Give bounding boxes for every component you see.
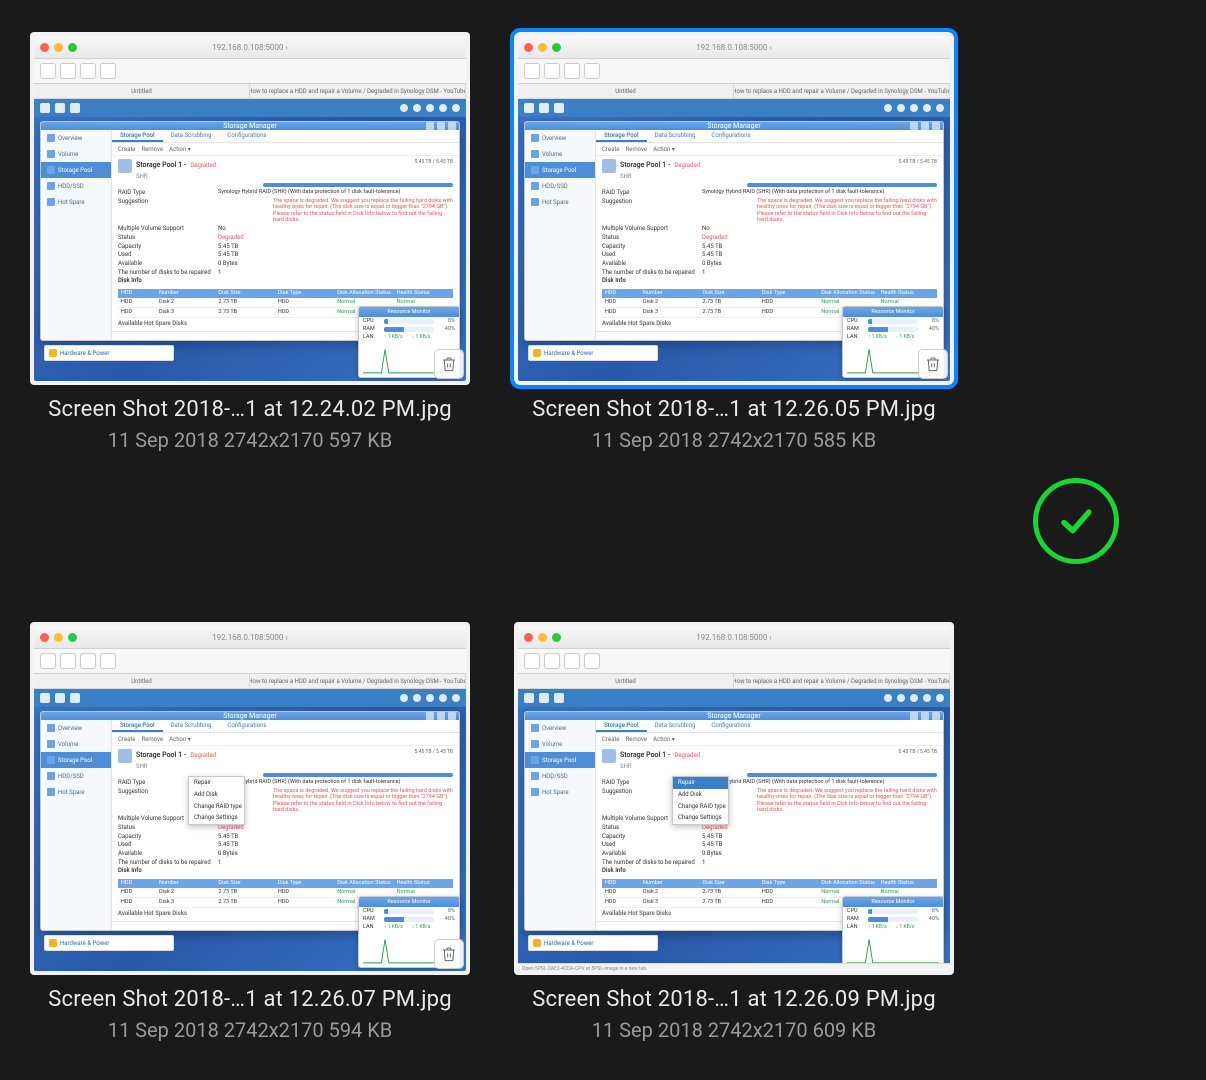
window-title: 192.168.0.108:5000 ‹ xyxy=(518,43,950,52)
trash-icon[interactable] xyxy=(434,939,464,969)
tab[interactable]: Storage Pool xyxy=(596,130,647,142)
file-name: Screen Shot 2018-…1 at 12.26.07 PM.jpg xyxy=(48,987,452,1012)
toolbar-create[interactable]: Create xyxy=(602,736,619,743)
sidebar-item-storagepool[interactable]: Storage Pool xyxy=(525,162,595,178)
sidebar-item-volume[interactable]: Volume xyxy=(525,736,595,752)
tab[interactable]: Configurations xyxy=(219,720,274,732)
window-title: 192.168.0.108:5000 ‹ xyxy=(34,43,466,52)
gallery-item[interactable]: 192.168.0.108:5000 ‹ UntitledHow to repla… xyxy=(20,32,480,522)
thumbnail[interactable]: 192.168.0.108:5000 ‹ UntitledHow to repla… xyxy=(30,622,470,975)
tab[interactable]: Configurations xyxy=(703,130,758,142)
browser-tab[interactable]: How to replace a HDD and repair a Volume… xyxy=(250,674,466,688)
browser-tab[interactable]: Untitled xyxy=(518,84,734,98)
gallery-item[interactable]: 192.168.0.108:5000 ‹ UntitledHow to repla… xyxy=(504,32,964,522)
browser-tab[interactable]: Untitled xyxy=(34,674,250,688)
window-title: 192.168.0.108:5000 ‹ xyxy=(518,633,950,642)
tab[interactable]: Storage Pool xyxy=(112,720,163,732)
sidebar-item-hddssd[interactable]: HDD/SSD xyxy=(41,768,111,784)
sidebar-item-storagepool[interactable]: Storage Pool xyxy=(525,752,595,768)
status-bar: Open 5PSL-2AE2-4CDA-CPV at 5PSL-image in… xyxy=(518,963,950,971)
browser-tab[interactable]: Untitled xyxy=(518,674,734,688)
menu-item[interactable]: Change Settings xyxy=(673,812,728,824)
toolbar-action[interactable]: Action xyxy=(653,736,675,743)
sidebar-item-hddssd[interactable]: HDD/SSD xyxy=(525,178,595,194)
toolbar-action[interactable]: Action xyxy=(169,146,191,153)
sidebar-item-overview[interactable]: Overview xyxy=(525,720,595,736)
hardware-power-banner[interactable]: Hardware & Power xyxy=(44,345,174,361)
tab[interactable]: Data Scrubbing xyxy=(647,720,704,732)
browser-tab[interactable]: How to replace a HDD and repair a Volume… xyxy=(734,674,950,688)
file-meta: 11 Sep 2018 2742x2170 597 KB xyxy=(108,428,393,452)
toolbar-remove[interactable]: Remove xyxy=(141,736,163,743)
hardware-power-banner[interactable]: Hardware & Power xyxy=(528,935,658,951)
menu-item[interactable]: Change Settings xyxy=(189,812,244,824)
file-meta: 11 Sep 2018 2742x2170 594 KB xyxy=(108,1018,393,1042)
sidebar-item-hddssd[interactable]: HDD/SSD xyxy=(525,768,595,784)
sidebar-item-storagepool[interactable]: Storage Pool xyxy=(41,752,111,768)
toolbar-remove[interactable]: Remove xyxy=(141,146,163,153)
menu-item[interactable]: Add Disk xyxy=(189,789,244,801)
file-name: Screen Shot 2018-…1 at 12.24.02 PM.jpg xyxy=(48,397,452,422)
file-meta: 11 Sep 2018 2742x2170 609 KB xyxy=(592,1018,877,1042)
tab[interactable]: Configurations xyxy=(219,130,274,142)
menu-item[interactable]: Repair xyxy=(189,777,244,789)
duplicate-check-badge xyxy=(1033,478,1119,564)
sidebar-item-overview[interactable]: Overview xyxy=(41,720,111,736)
tab[interactable]: Configurations xyxy=(703,720,758,732)
sidebar-item-storagepool[interactable]: Storage Pool xyxy=(41,162,111,178)
menu-item[interactable]: Add Disk xyxy=(673,789,728,801)
sidebar-item-overview[interactable]: Overview xyxy=(41,130,111,146)
trash-icon[interactable] xyxy=(434,349,464,379)
file-name: Screen Shot 2018-…1 at 12.26.09 PM.jpg xyxy=(532,987,936,1012)
hardware-power-banner[interactable]: Hardware & Power xyxy=(44,935,174,951)
toolbar-remove[interactable]: Remove xyxy=(625,146,647,153)
thumbnail[interactable]: 192.168.0.108:5000 ‹ UntitledHow to repla… xyxy=(30,32,470,385)
tab[interactable]: Storage Pool xyxy=(112,130,163,142)
menu-item[interactable]: Change RAID type xyxy=(189,801,244,813)
sidebar-item-volume[interactable]: Volume xyxy=(41,146,111,162)
toolbar-action[interactable]: Action xyxy=(653,146,675,153)
toolbar-create[interactable]: Create xyxy=(602,146,619,153)
trash-icon[interactable] xyxy=(918,349,948,379)
thumbnail[interactable]: 192.168.0.108:5000 ‹ UntitledHow to repla… xyxy=(514,622,954,975)
sidebar-item-hotspare[interactable]: Hot Spare xyxy=(41,194,111,210)
sidebar-item-hotspare[interactable]: Hot Spare xyxy=(525,194,595,210)
menu-item[interactable]: Repair xyxy=(673,777,728,789)
file-name: Screen Shot 2018-…1 at 12.26.05 PM.jpg xyxy=(532,397,936,422)
tab[interactable]: Storage Pool xyxy=(596,720,647,732)
toolbar-create[interactable]: Create xyxy=(118,146,135,153)
browser-tab[interactable]: Untitled xyxy=(34,84,250,98)
window-title: 192.168.0.108:5000 ‹ xyxy=(34,633,466,642)
toolbar-remove[interactable]: Remove xyxy=(625,736,647,743)
thumbnail[interactable]: 192.168.0.108:5000 ‹ UntitledHow to repla… xyxy=(514,32,954,385)
browser-tab[interactable]: How to replace a HDD and repair a Volume… xyxy=(734,84,950,98)
sidebar-item-hotspare[interactable]: Hot Spare xyxy=(41,784,111,800)
menu-item[interactable]: Change RAID type xyxy=(673,801,728,813)
sidebar-item-volume[interactable]: Volume xyxy=(525,146,595,162)
gallery-item[interactable]: 192.168.0.108:5000 ‹ UntitledHow to repla… xyxy=(504,622,964,1080)
hardware-power-banner[interactable]: Hardware & Power xyxy=(528,345,658,361)
toolbar-action[interactable]: Action xyxy=(169,736,191,743)
sidebar-item-hddssd[interactable]: HDD/SSD xyxy=(41,178,111,194)
tab[interactable]: Data Scrubbing xyxy=(163,130,220,142)
tab[interactable]: Data Scrubbing xyxy=(647,130,704,142)
browser-tab[interactable]: How to replace a HDD and repair a Volume… xyxy=(250,84,466,98)
tab[interactable]: Data Scrubbing xyxy=(163,720,220,732)
gallery-item[interactable]: 192.168.0.108:5000 ‹ UntitledHow to repla… xyxy=(20,622,480,1080)
sidebar-item-overview[interactable]: Overview xyxy=(525,130,595,146)
sidebar-item-volume[interactable]: Volume xyxy=(41,736,111,752)
file-meta: 11 Sep 2018 2742x2170 585 KB xyxy=(592,428,877,452)
sidebar-item-hotspare[interactable]: Hot Spare xyxy=(525,784,595,800)
toolbar-create[interactable]: Create xyxy=(118,736,135,743)
